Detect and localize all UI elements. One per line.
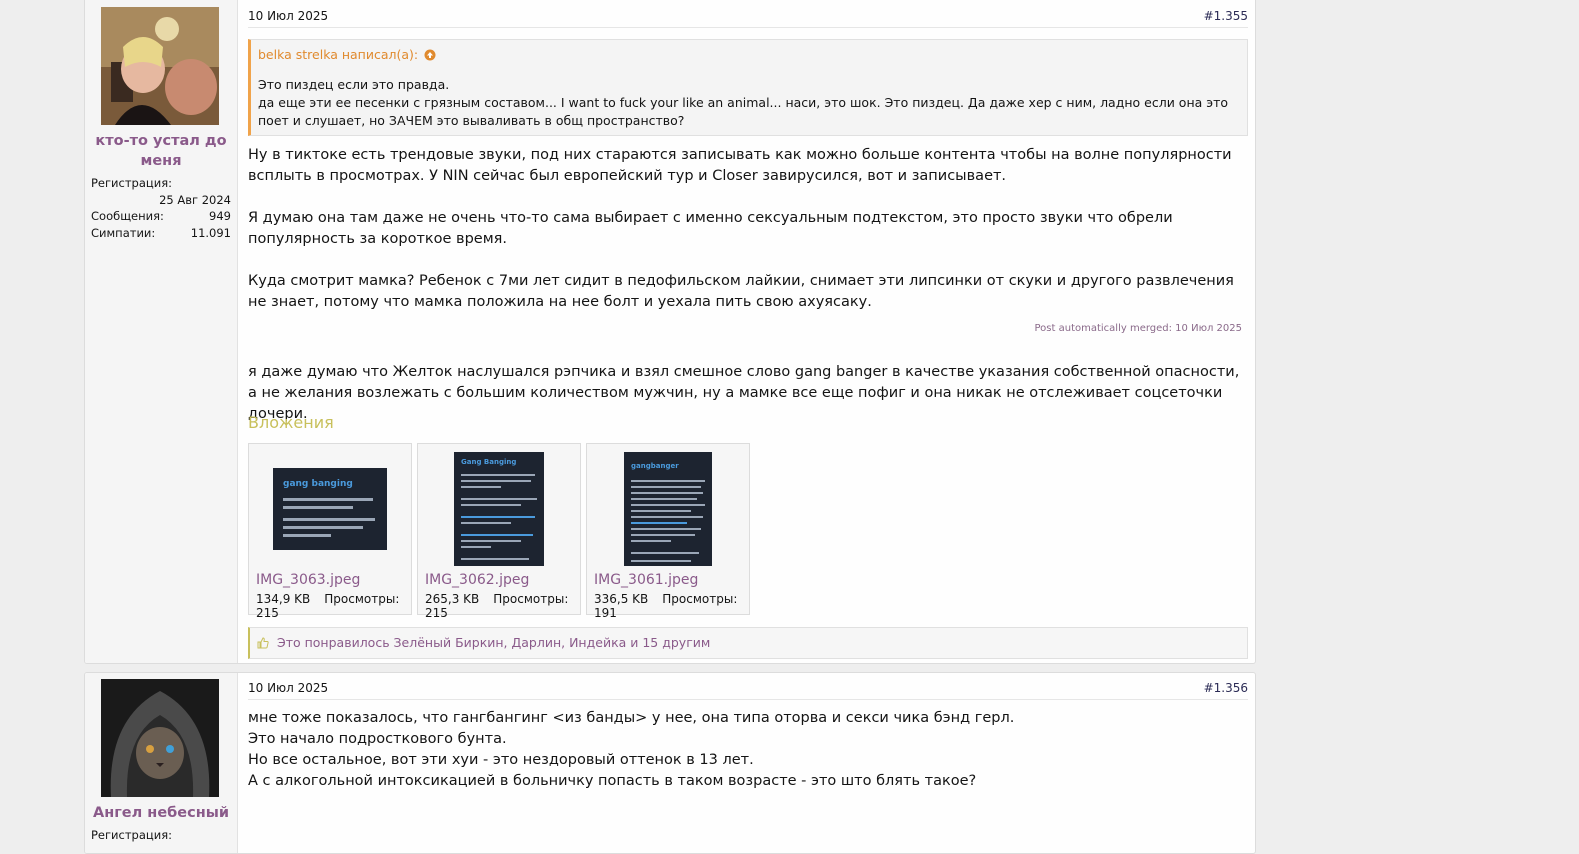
likes-text[interactable]: Это понравилось Зелёный Биркин, Дарлин, …	[277, 635, 710, 650]
paragraph: я даже думаю что Желток наслушался рэпчи…	[248, 364, 1240, 422]
reg-value: 25 Авг 2024	[159, 192, 231, 207]
post-body-merged: я даже думаю что Желток наслушался рэпчи…	[248, 362, 1240, 446]
quote-body: Это пиздец если это правда. да еще эти е…	[258, 76, 1237, 130]
thumbs-up-icon	[257, 630, 269, 660]
attachment-size: 265,3 KB	[425, 592, 480, 606]
msgs-value: 949	[209, 209, 231, 223]
attachments-title: Вложения	[248, 413, 334, 432]
quote-header[interactable]: belka strelka написал(а):	[258, 47, 436, 64]
thumb-title: gang banging	[283, 479, 353, 489]
attachment-thumbnail[interactable]: gangbanger	[587, 450, 749, 568]
post-number[interactable]: #1.355	[1204, 5, 1248, 27]
arrow-up-circle-icon[interactable]	[424, 49, 436, 64]
likes-label: Симпатии:	[91, 225, 156, 240]
thumb-title: Gang Banging	[461, 458, 516, 466]
username[interactable]: Ангел небесный	[85, 803, 237, 823]
attachment-thumbnail[interactable]: gang banging	[249, 450, 411, 568]
text-line: мне тоже показалось, что гангбангинг <из…	[248, 710, 1015, 726]
user-sidebar: Ангел небесный Регистрация:	[85, 673, 238, 853]
user-sidebar: кто-то устал до меня Регистрация: 25 Авг…	[85, 0, 238, 663]
attachment[interactable]: Gang Banging IMG_3062.jpeg 265,3 KB Просм…	[417, 443, 581, 620]
post-1356: Ангел небесный Регистрация: 10 Июл 2025 …	[84, 672, 1256, 854]
post-meta: 10 Июл 2025 #1.356	[248, 677, 1248, 700]
post-date[interactable]: 10 Июл 2025	[248, 677, 328, 699]
post-meta: 10 Июл 2025 #1.355	[248, 5, 1248, 28]
post-number[interactable]: #1.356	[1204, 677, 1248, 699]
paragraph: Ну в тиктоке есть трендовые звуки, под н…	[248, 147, 1232, 184]
attachment[interactable]: gang banging IMG_3063.jpeg 134,9 KB Просм…	[248, 443, 412, 620]
reg-label: Регистрация:	[91, 176, 172, 190]
attachment-name[interactable]: IMG_3062.jpeg	[425, 572, 529, 588]
post-1355: кто-то устал до меня Регистрация: 25 Авг…	[84, 0, 1256, 664]
user-extras: Регистрация: 25 Авг 2024 Сообщения: 949 С…	[91, 175, 231, 241]
paragraph: Я думаю она там даже не очень что-то сам…	[248, 210, 1173, 247]
attachment-name[interactable]: IMG_3061.jpeg	[594, 572, 698, 588]
text-line: Но все остальное, вот эти хуи - это незд…	[248, 752, 754, 768]
likes-value: 11.091	[190, 225, 231, 240]
attachment-info: 336,5 KB Просмотры: 191	[594, 592, 749, 620]
attachment-name[interactable]: IMG_3063.jpeg	[256, 572, 360, 588]
quote-line: да еще эти ее песенки с грязным составом…	[258, 95, 1229, 128]
attachment[interactable]: gangbanger IMG_3061.jpeg 336,5 KB Просмо…	[586, 443, 750, 620]
msgs-label: Сообщения:	[91, 209, 164, 223]
attachment-size: 134,9 KB	[256, 592, 311, 606]
attachment-size: 336,5 KB	[594, 592, 649, 606]
merged-note: Post automatically merged: 10 Июл 2025	[1034, 323, 1243, 334]
avatar[interactable]	[101, 679, 219, 797]
user-extras: Регистрация:	[91, 827, 231, 844]
thumb-title: gangbanger	[631, 462, 679, 470]
quote-block: belka strelka написал(а): Это пиздец есл…	[248, 39, 1248, 136]
quote-author[interactable]: belka strelka написал(а):	[258, 47, 418, 62]
post-body: Ну в тиктоке есть трендовые звуки, под н…	[248, 145, 1240, 334]
attachment-info: 134,9 KB Просмотры: 215	[256, 592, 411, 620]
reg-label: Регистрация:	[91, 828, 172, 842]
quote-line: Это пиздец если это правда.	[258, 77, 450, 92]
attachment-thumbnail[interactable]: Gang Banging	[418, 450, 580, 568]
avatar[interactable]	[101, 7, 219, 125]
likes-bar: Это понравилось Зелёный Биркин, Дарлин, …	[248, 627, 1248, 659]
post-body: мне тоже показалось, что гангбангинг <из…	[248, 708, 1240, 792]
username[interactable]: кто-то устал до меня	[85, 131, 237, 171]
attachment-info: 265,3 KB Просмотры: 215	[425, 592, 580, 620]
post-date[interactable]: 10 Июл 2025	[248, 5, 328, 27]
text-line: Это начало подросткового бунта.	[248, 731, 507, 747]
text-line: А с алкогольной интоксикацией в больничк…	[248, 773, 977, 789]
paragraph: Куда смотрит мамка? Ребенок с 7ми лет си…	[248, 273, 1234, 310]
